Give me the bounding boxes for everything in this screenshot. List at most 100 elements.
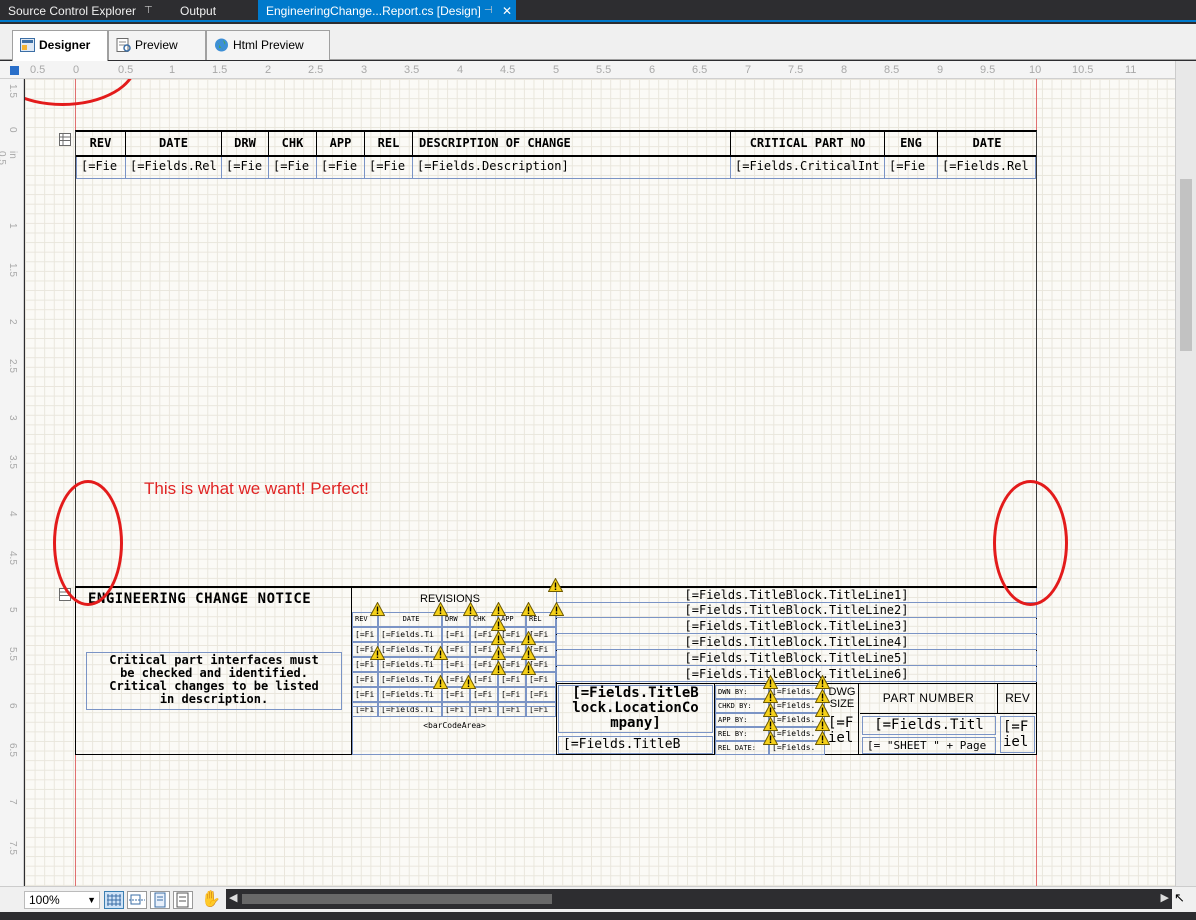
title-block-field[interactable]: [=Fields.TitleB bbox=[558, 736, 713, 754]
title-line-2[interactable]: [=Fields.TitleBlock.TitleLine2] bbox=[556, 603, 1037, 618]
detail-cell-description[interactable]: [=Fields.Description] bbox=[413, 157, 731, 179]
rev-grid-cell[interactable]: [=Fi bbox=[442, 687, 470, 702]
grid-view-button[interactable] bbox=[104, 891, 124, 909]
tab-html-preview[interactable]: Html Preview bbox=[206, 30, 330, 60]
title-line-1[interactable]: [=Fields.TitleBlock.TitleLine1] bbox=[556, 588, 1037, 603]
rev-grid-cell[interactable]: [=Fi bbox=[352, 627, 378, 642]
revision-table[interactable]: REV DATE DRW CHK APP REL DESCRIPTION OF … bbox=[75, 130, 1037, 588]
horizontal-scrollbar[interactable]: ◀ ▶ bbox=[226, 889, 1172, 909]
warning-icon[interactable] bbox=[815, 717, 830, 731]
warning-icon[interactable] bbox=[491, 617, 506, 631]
critical-note[interactable]: Critical part interfaces must be checked… bbox=[86, 652, 342, 710]
page-view-button[interactable] bbox=[150, 891, 170, 909]
rev-label[interactable]: REV bbox=[998, 684, 1037, 714]
column-header-eng[interactable]: ENG bbox=[885, 132, 938, 157]
warning-icon[interactable] bbox=[491, 646, 506, 660]
column-header-chk[interactable]: CHK bbox=[269, 132, 317, 157]
warning-icon[interactable] bbox=[370, 602, 385, 616]
ecn-title[interactable]: ENGINEERING CHANGE NOTICE bbox=[88, 591, 311, 607]
rev-grid-cell[interactable]: [=Fi bbox=[352, 687, 378, 702]
close-icon[interactable]: ✕ bbox=[502, 0, 512, 22]
detail-cell[interactable]: [=Fie bbox=[885, 157, 938, 179]
warning-icon[interactable] bbox=[491, 602, 506, 616]
signature-label[interactable]: REL BY: bbox=[715, 727, 769, 741]
pin-icon[interactable]: ⊣ bbox=[484, 0, 493, 22]
scroll-right-icon[interactable]: ▶ bbox=[1161, 891, 1169, 904]
tab-designer[interactable]: Designer bbox=[12, 30, 108, 61]
signature-label[interactable]: DWN BY: bbox=[715, 685, 769, 699]
rev-grid-cell[interactable]: [=Fi bbox=[352, 672, 378, 687]
signature-label[interactable]: APP BY: bbox=[715, 713, 769, 727]
rev-grid-cell[interactable]: [=Fi bbox=[498, 687, 526, 702]
part-number-label[interactable]: PART NUMBER bbox=[860, 684, 998, 714]
ruler-origin-marker[interactable] bbox=[10, 66, 19, 75]
field-view-button[interactable] bbox=[173, 891, 193, 909]
detail-cell[interactable]: [=Fields.Rel bbox=[126, 157, 222, 179]
warning-icon[interactable] bbox=[521, 602, 536, 616]
scrollbar-thumb[interactable] bbox=[1180, 179, 1192, 351]
warning-icon[interactable] bbox=[370, 646, 385, 660]
column-header-critical-part-no[interactable]: CRITICAL PART NO bbox=[731, 132, 885, 157]
column-header-drw[interactable]: DRW bbox=[222, 132, 269, 157]
warning-icon[interactable] bbox=[815, 731, 830, 745]
warning-icon[interactable] bbox=[763, 703, 778, 717]
warning-icon[interactable] bbox=[548, 578, 563, 592]
report-design-surface[interactable]: REV DATE DRW CHK APP REL DESCRIPTION OF … bbox=[25, 79, 1175, 886]
location-company[interactable]: [=Fields.TitleB lock.LocationCo mpany] bbox=[558, 685, 713, 733]
detail-cell[interactable]: [=Fields.CriticalInt bbox=[731, 157, 885, 179]
tab-preview[interactable]: Preview bbox=[108, 30, 206, 60]
column-header-rel[interactable]: REL bbox=[365, 132, 413, 157]
warning-icon[interactable] bbox=[433, 675, 448, 689]
warning-icon[interactable] bbox=[763, 731, 778, 745]
column-header-app[interactable]: APP bbox=[317, 132, 365, 157]
warning-icon[interactable] bbox=[491, 661, 506, 675]
rev-grid-cell[interactable]: [=Fi bbox=[526, 687, 556, 702]
table-icon[interactable] bbox=[59, 133, 71, 146]
warning-icon[interactable] bbox=[521, 631, 536, 645]
signature-label[interactable]: REL DATE: bbox=[715, 741, 769, 755]
title-line-6[interactable]: [=Fields.TitleBlock.TitleLine6] bbox=[556, 667, 1037, 682]
signature-label[interactable]: CHKD BY: bbox=[715, 699, 769, 713]
rev-field[interactable]: [=F iel bbox=[1000, 716, 1035, 753]
barcode-area[interactable]: <barCodeArea> bbox=[352, 706, 557, 755]
detail-cell[interactable]: [=Fie bbox=[76, 157, 126, 179]
tab-engineering-change-report-design[interactable]: EngineeringChange...Report.cs [Design] ⊣… bbox=[258, 0, 516, 22]
rev-grid-cell[interactable]: [=Fields.Ti bbox=[378, 627, 442, 642]
vertical-scrollbar[interactable] bbox=[1175, 61, 1196, 887]
scroll-left-icon[interactable]: ◀ bbox=[229, 891, 237, 904]
title-line-3[interactable]: [=Fields.TitleBlock.TitleLine3] bbox=[556, 619, 1037, 634]
rev-grid-cell[interactable]: [=Fi bbox=[470, 687, 498, 702]
warning-icon[interactable] bbox=[815, 689, 830, 703]
warning-icon[interactable] bbox=[815, 703, 830, 717]
pin-icon[interactable]: ⊤ bbox=[144, 0, 153, 22]
warning-icon[interactable] bbox=[463, 602, 478, 616]
warning-icon[interactable] bbox=[763, 675, 778, 689]
snap-lines-button[interactable] bbox=[127, 891, 147, 909]
detail-cell[interactable]: [=Fields.Rel bbox=[938, 157, 1036, 179]
tab-source-control-explorer[interactable]: Source Control Explorer ⊤ bbox=[0, 0, 160, 22]
part-number-field[interactable]: [=Fields.Titl bbox=[862, 716, 996, 735]
warning-icon[interactable] bbox=[433, 646, 448, 660]
detail-cell[interactable]: [=Fie bbox=[365, 157, 413, 179]
detail-cell[interactable]: [=Fie bbox=[317, 157, 365, 179]
column-header-date[interactable]: DATE bbox=[126, 132, 222, 157]
detail-cell[interactable]: [=Fie bbox=[222, 157, 269, 179]
rev-grid-cell[interactable]: [=Fi bbox=[442, 627, 470, 642]
sheet-field[interactable]: [= "SHEET " + Page bbox=[862, 737, 996, 754]
detail-cell[interactable]: [=Fie bbox=[269, 157, 317, 179]
zoom-select[interactable]: 100% ▼ bbox=[24, 891, 100, 909]
rev-grid-cell[interactable]: [=Fields.Ti bbox=[378, 687, 442, 702]
title-line-4[interactable]: [=Fields.TitleBlock.TitleLine4] bbox=[556, 635, 1037, 650]
dwg-size-cell[interactable]: DWG SIZE [=F iel bbox=[826, 684, 859, 755]
scrollbar-thumb[interactable] bbox=[242, 894, 552, 904]
warning-icon[interactable] bbox=[815, 675, 830, 689]
warning-icon[interactable] bbox=[433, 602, 448, 616]
column-header-description[interactable]: DESCRIPTION OF CHANGE bbox=[413, 132, 731, 157]
warning-icon[interactable] bbox=[763, 717, 778, 731]
warning-icon[interactable] bbox=[521, 661, 536, 675]
hand-tool-icon[interactable]: ✋ bbox=[200, 890, 222, 910]
column-header-rev[interactable]: REV bbox=[76, 132, 126, 157]
column-header-date[interactable]: DATE bbox=[938, 132, 1036, 157]
warning-icon[interactable] bbox=[763, 689, 778, 703]
warning-icon[interactable] bbox=[461, 675, 476, 689]
